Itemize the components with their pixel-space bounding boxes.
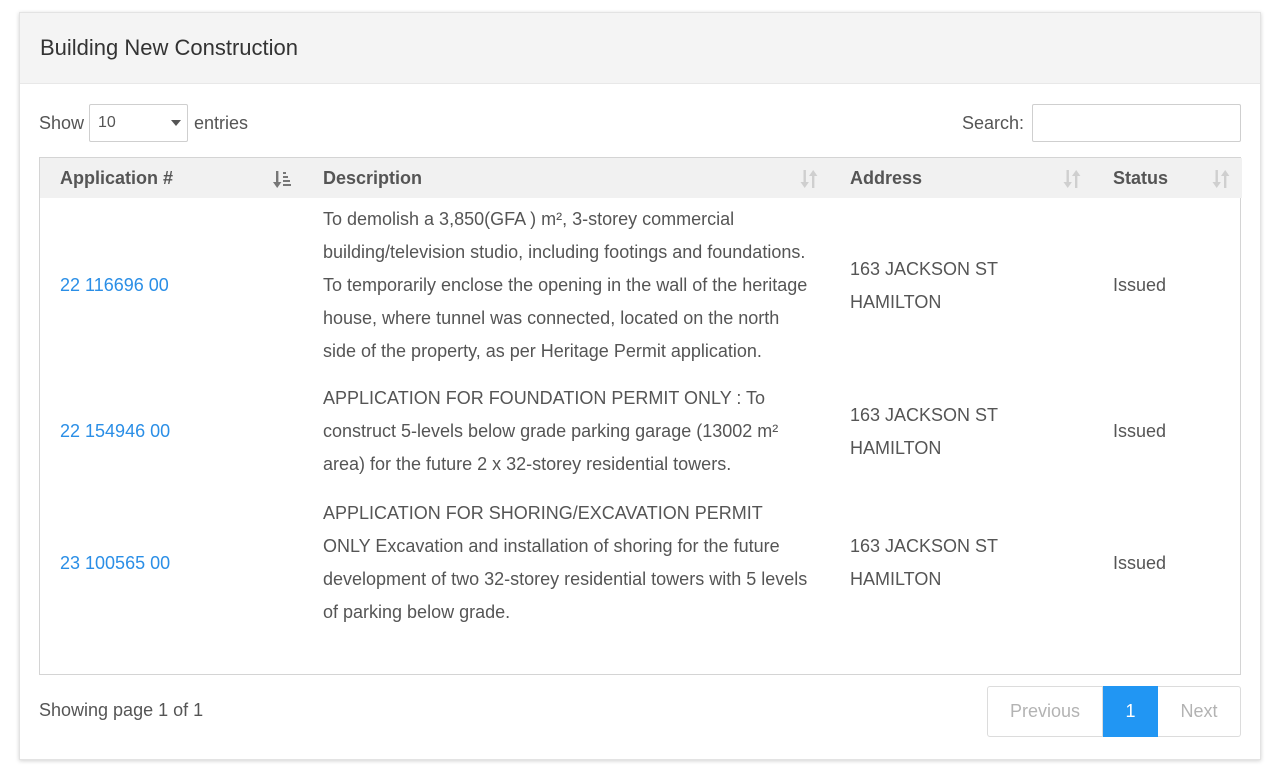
address-cell: 163 JACKSON ST HAMILTON <box>850 536 998 589</box>
status-cell: Issued <box>1113 552 1167 573</box>
search-label: Search: <box>961 112 1024 133</box>
results-table: Application # Description Address Status… <box>40 158 1242 637</box>
sort-both-icon <box>1212 170 1230 188</box>
entries-label: entries <box>194 112 249 133</box>
status-cell: Issued <box>1113 275 1167 295</box>
results-table-wrapper: Application # Description Address Status… <box>39 157 1242 675</box>
column-header-status[interactable]: Status <box>1093 158 1242 198</box>
entries-select[interactable]: 10 <box>89 104 189 142</box>
sort-both-icon <box>1063 170 1081 188</box>
table-controls: Show 10 entries Search: <box>39 103 1241 143</box>
description-cell: To demolish a 3,850(GFA ) m², 3-storey c… <box>323 209 808 361</box>
table-row: 23 100565 00 APPLICATION FOR SHORING/EXC… <box>40 489 1242 637</box>
next-page-button[interactable]: Next <box>1158 686 1241 737</box>
sort-both-icon <box>800 170 818 188</box>
description-cell: APPLICATION FOR FOUNDATION PERMIT ONLY :… <box>323 388 779 474</box>
table-row: 22 154946 00 APPLICATION FOR FOUNDATION … <box>40 374 1242 489</box>
entries-select-value: 10 <box>98 114 116 131</box>
address-cell: 163 JACKSON ST HAMILTON <box>850 258 998 312</box>
table-row: 22 116696 00 To demolish a 3,850(GFA ) m… <box>40 198 1242 374</box>
application-link[interactable]: 22 116696 00 <box>60 275 169 295</box>
caret-down-icon <box>171 120 182 126</box>
show-label: Show <box>39 112 85 133</box>
table-info: Showing page 1 of 1 <box>39 700 204 720</box>
page-1-button[interactable]: 1 <box>1103 686 1158 737</box>
application-link[interactable]: 23 100565 00 <box>60 553 170 573</box>
column-header-description[interactable]: Description <box>303 158 830 198</box>
search-control: Search: <box>962 103 1241 143</box>
entries-length-control: Show 10 entries <box>39 103 248 143</box>
panel-header: Building New Construction <box>20 13 1260 84</box>
column-header-application[interactable]: Application # <box>40 158 303 198</box>
status-cell: Issued <box>1113 421 1167 441</box>
address-cell: 163 JACKSON ST HAMILTON <box>850 404 998 458</box>
panel-title: Building New Construction <box>40 35 299 60</box>
application-link[interactable]: 22 154946 00 <box>60 421 170 441</box>
pagination: Previous 1 Next <box>987 686 1241 737</box>
search-input[interactable] <box>1032 104 1241 142</box>
table-header-row: Application # Description Address Status <box>40 158 1242 198</box>
sort-amount-down-icon <box>273 171 291 188</box>
description-cell: APPLICATION FOR SHORING/EXCAVATION PERMI… <box>323 503 808 622</box>
previous-page-button[interactable]: Previous <box>987 686 1103 737</box>
column-header-address[interactable]: Address <box>830 158 1093 198</box>
